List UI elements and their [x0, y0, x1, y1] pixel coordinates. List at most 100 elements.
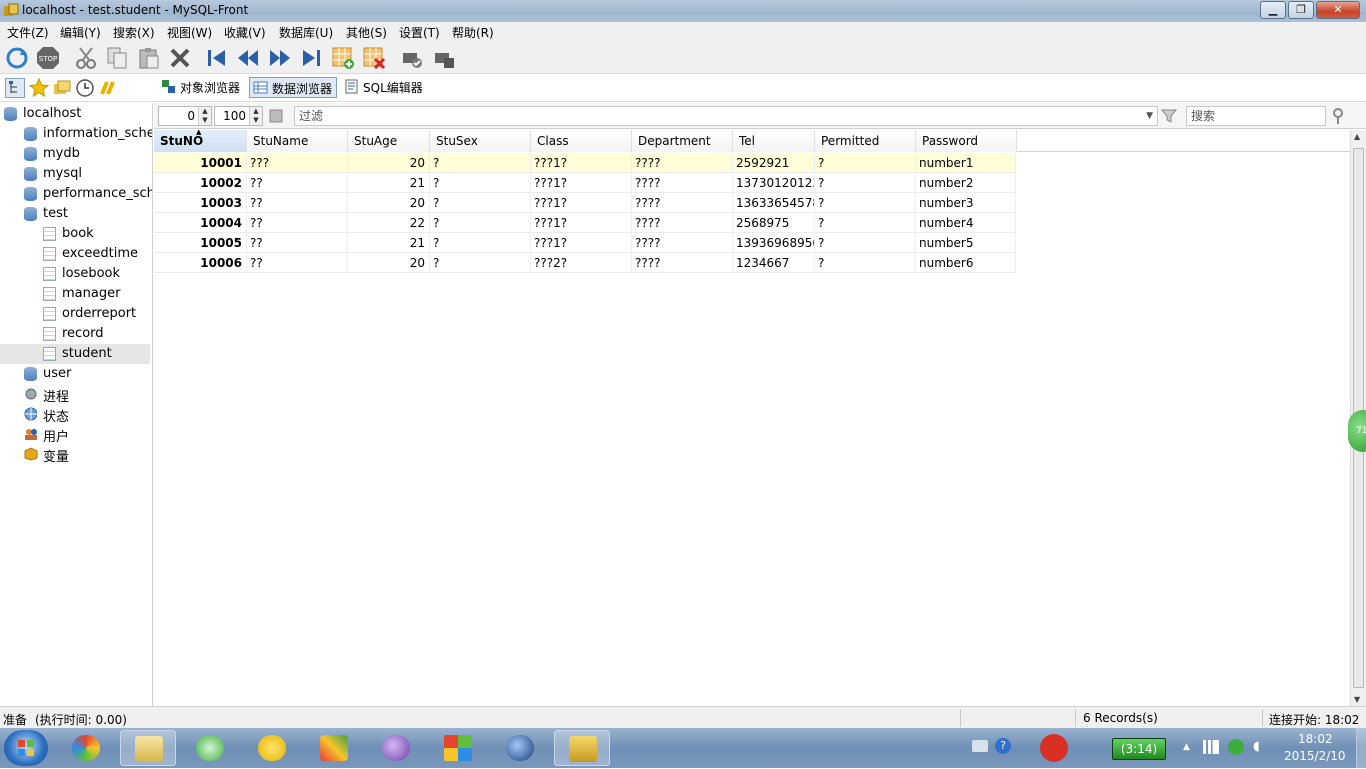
cell-stuage[interactable]: 21: [348, 233, 430, 253]
cell-stuname[interactable]: ??: [247, 233, 348, 253]
paste-icon[interactable]: [137, 46, 161, 70]
cell-class[interactable]: ???1?: [531, 233, 632, 253]
limit-stepper[interactable]: 100 ▲ ▼: [214, 106, 263, 126]
table-row[interactable]: 10004 ?? 22 ? ???1? ???? 2568975 ? numbe…: [154, 213, 1016, 233]
cell-permitted[interactable]: ?: [815, 193, 916, 213]
tree-item-mydb[interactable]: mydb: [24, 144, 152, 164]
cell-permitted[interactable]: ?: [815, 253, 916, 273]
tree-item-exceedtime[interactable]: exceedtime: [43, 244, 152, 264]
cell-stuno[interactable]: 10005: [154, 233, 247, 253]
tree-item-processes[interactable]: 进程: [24, 384, 152, 405]
menu-edit[interactable]: 编辑(Y): [60, 24, 101, 41]
cell-password[interactable]: number6: [916, 253, 1016, 273]
tab-object-browser[interactable]: 对象浏览器: [158, 77, 244, 98]
menu-favorites[interactable]: 收藏(V): [224, 24, 266, 41]
tree-item-orderreport[interactable]: orderreport: [43, 304, 152, 324]
cell-permitted[interactable]: ?: [815, 153, 916, 173]
filter-input[interactable]: 过滤 ▼: [294, 106, 1158, 126]
cell-department[interactable]: ????: [632, 253, 733, 273]
cell-password[interactable]: number3: [916, 193, 1016, 213]
sql-history-icon[interactable]: [98, 78, 118, 98]
start-button[interactable]: [4, 730, 48, 766]
cell-stuage[interactable]: 20: [348, 253, 430, 273]
table-row[interactable]: 10001 ??? 20 ? ???1? ???? 2592921 ? numb…: [154, 153, 1016, 173]
show-desktop-button[interactable]: [1356, 728, 1366, 768]
cell-stuage[interactable]: 21: [348, 173, 430, 193]
menu-file[interactable]: 文件(Z): [7, 24, 49, 41]
cell-stuage[interactable]: 22: [348, 213, 430, 233]
stepper-arrows-icon[interactable]: ▲ ▼: [249, 107, 262, 125]
cell-class[interactable]: ???1?: [531, 173, 632, 193]
cell-stuname[interactable]: ???: [247, 153, 348, 173]
copy-icon[interactable]: [105, 46, 129, 70]
insert-record-icon[interactable]: [331, 46, 355, 70]
tray-plus-icon[interactable]: [1228, 739, 1244, 755]
cell-stuno[interactable]: 10001: [154, 153, 247, 173]
close-button[interactable]: ✕: [1316, 1, 1360, 19]
cell-tel[interactable]: 2592921: [733, 153, 815, 173]
search-go-icon[interactable]: [1332, 107, 1348, 125]
cell-stusex[interactable]: ?: [430, 253, 531, 273]
cell-stuname[interactable]: ??: [247, 213, 348, 233]
tree-item-performance-schema[interactable]: performance_sche: [24, 184, 152, 204]
filter-funnel-icon[interactable]: [1160, 107, 1178, 125]
battery-indicator[interactable]: (3:14): [1112, 738, 1166, 760]
cell-stuname[interactable]: ??: [247, 193, 348, 213]
tab-sql-editor[interactable]: SQL编辑器: [341, 77, 427, 98]
cell-stusex[interactable]: ?: [430, 153, 531, 173]
menu-view[interactable]: 视图(W): [167, 24, 212, 41]
cell-permitted[interactable]: ?: [815, 173, 916, 193]
cell-stusex[interactable]: ?: [430, 213, 531, 233]
cell-class[interactable]: ???2?: [531, 253, 632, 273]
side-badge[interactable]: 71: [1348, 410, 1366, 452]
dropdown-arrow-icon[interactable]: ▼: [1146, 107, 1153, 125]
table-row[interactable]: 10006 ?? 20 ? ???2? ???? 1234667 ? numbe…: [154, 253, 1016, 273]
previous-page-icon[interactable]: [236, 46, 260, 70]
cell-password[interactable]: number5: [916, 233, 1016, 253]
first-record-icon[interactable]: [205, 46, 229, 70]
cell-stuno[interactable]: 10004: [154, 213, 247, 233]
cell-stusex[interactable]: ?: [430, 193, 531, 213]
cell-tel[interactable]: 13936968956: [733, 233, 815, 253]
menu-database[interactable]: 数据库(U): [279, 24, 333, 41]
column-header-stusex[interactable]: StuSex: [430, 130, 531, 152]
cell-password[interactable]: number2: [916, 173, 1016, 193]
folders-icon[interactable]: [52, 78, 72, 98]
cell-stuage[interactable]: 20: [348, 153, 430, 173]
tree-item-variables[interactable]: 变量: [24, 444, 152, 465]
column-header-permitted[interactable]: Permitted: [815, 130, 916, 152]
tree-item-book[interactable]: book: [43, 224, 152, 244]
cell-tel[interactable]: 13633654578: [733, 193, 815, 213]
cell-permitted[interactable]: ?: [815, 213, 916, 233]
cut-icon[interactable]: [74, 46, 98, 70]
favorites-star-icon[interactable]: [28, 77, 50, 98]
offset-stepper[interactable]: 0 ▲ ▼: [158, 106, 212, 126]
cell-password[interactable]: number1: [916, 153, 1016, 173]
cell-tel[interactable]: 2568975: [733, 213, 815, 233]
cell-class[interactable]: ???1?: [531, 213, 632, 233]
column-header-tel[interactable]: Tel: [733, 130, 815, 152]
cell-department[interactable]: ????: [632, 213, 733, 233]
tree-item-losebook[interactable]: losebook: [43, 264, 152, 284]
tree-item-status[interactable]: 状态: [24, 404, 152, 425]
tree-item-localhost[interactable]: localhost: [4, 104, 152, 124]
menu-settings[interactable]: 设置(T): [399, 24, 440, 41]
taskbar-browser-icon[interactable]: [182, 730, 238, 766]
taskbar-app-colorful-icon[interactable]: [58, 730, 114, 766]
menu-other[interactable]: 其他(S): [346, 24, 387, 41]
cell-department[interactable]: ????: [632, 233, 733, 253]
show-hidden-icons-icon[interactable]: ▲: [1183, 742, 1190, 752]
tray-app-red-icon[interactable]: [1040, 734, 1068, 762]
taskbar-plus-icon[interactable]: [244, 730, 300, 766]
clock-time[interactable]: 18:02: [1298, 732, 1333, 746]
cell-class[interactable]: ???1?: [531, 153, 632, 173]
tree-item-record[interactable]: record: [43, 324, 152, 344]
last-record-icon[interactable]: [299, 46, 323, 70]
tree-item-information-schema[interactable]: information_schem: [24, 124, 152, 144]
maximize-button[interactable]: ❐: [1288, 1, 1314, 19]
cell-stusex[interactable]: ?: [430, 173, 531, 193]
taskbar-windows-logo-icon[interactable]: [430, 730, 486, 766]
network-signal-icon[interactable]: [1203, 740, 1219, 754]
taskbar-mysql-front-icon[interactable]: [554, 730, 610, 766]
taskbar-editor-icon[interactable]: [306, 730, 362, 766]
